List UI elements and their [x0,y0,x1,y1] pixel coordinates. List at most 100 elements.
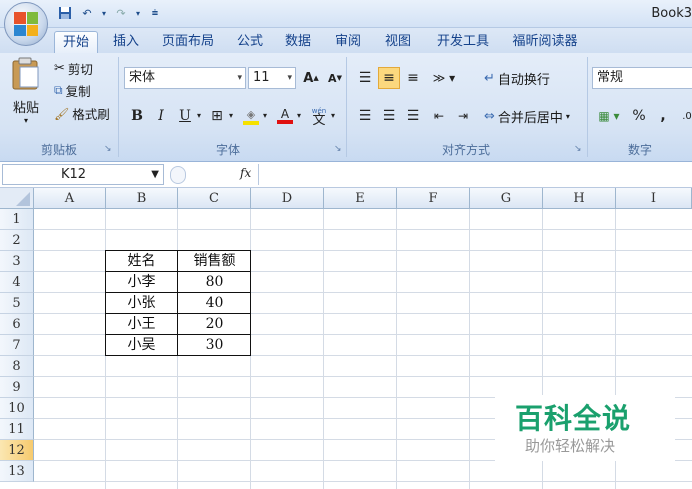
table-header-cell[interactable]: 姓名 [106,251,178,272]
copy-button[interactable]: ⧉ 复制 [54,81,91,100]
chevron-down-icon[interactable]: ▾ [263,111,267,120]
column-header-a[interactable]: A [34,188,106,209]
underline-button[interactable]: U [174,105,196,127]
office-button[interactable] [4,2,48,46]
tab-home[interactable]: 开始 [54,31,98,53]
column-header-g[interactable]: G [470,188,543,209]
column-header-f[interactable]: F [397,188,470,209]
decrease-indent-button[interactable]: ⇤ [428,105,450,127]
comma-button[interactable]: , [652,105,674,127]
tab-formulas[interactable]: 公式 [230,31,270,53]
column-header-d[interactable]: D [251,188,324,209]
font-name-select[interactable]: 宋体 ▾ [124,67,246,89]
table-cell[interactable]: 20 [178,314,251,335]
column-header-h[interactable]: H [543,188,616,209]
table-cell[interactable]: 80 [178,272,251,293]
table-cell[interactable]: 小张 [106,293,178,314]
tab-insert[interactable]: 插入 [106,31,146,53]
decrease-indent-icon: ⇤ [433,109,445,123]
chevron-down-icon[interactable]: ▾ [197,111,201,120]
font-size-select[interactable]: 11 ▾ [248,67,296,89]
table-cell[interactable]: 小吴 [106,335,178,356]
formula-input[interactable] [258,164,692,185]
row-header-11[interactable]: 11 [0,419,34,440]
dialog-launcher-icon[interactable]: ↘ [574,144,582,154]
row-header-2[interactable]: 2 [0,230,34,251]
row-header-6[interactable]: 6 [0,314,34,335]
select-all-corner[interactable] [0,188,34,209]
increase-decimal-button[interactable]: .0 [676,105,692,127]
table-cell[interactable]: 小李 [106,272,178,293]
align-right-button[interactable]: ☰ [402,105,424,127]
wrap-text-button[interactable]: ↵ 自动换行 [484,69,550,88]
alignment-group-label: 对齐方式 [441,143,490,157]
tab-foxit-reader[interactable]: 福昕阅读器 [504,31,586,53]
grow-font-button[interactable]: A ▲ [300,67,322,89]
orientation-button[interactable]: ≫ ▾ [428,67,460,89]
border-button[interactable]: ⊞ [206,105,228,127]
column-header-i[interactable]: I [616,188,692,209]
paste-button[interactable]: 粘贴 ▾ [6,57,46,127]
row-header-9[interactable]: 9 [0,377,34,398]
align-bottom-button[interactable]: ≡ [402,67,424,89]
undo-icon[interactable]: ↶ [78,4,96,22]
tab-data[interactable]: 数据 [278,31,318,53]
row-header-8[interactable]: 8 [0,356,34,377]
phonetic-button[interactable]: wén 文 [308,105,330,127]
merge-center-button[interactable]: ⇔ 合并后居中 ▾ [484,107,570,126]
redo-icon[interactable]: ↷ [112,4,130,22]
shrink-font-icon: A [328,71,337,85]
table-cell[interactable]: 40 [178,293,251,314]
grow-font-icon: A [303,70,314,86]
chevron-down-icon[interactable]: ▾ [331,111,335,120]
gridline-vertical [396,209,397,489]
bold-button[interactable]: B [126,105,148,127]
currency-button[interactable]: ▦ ▾ [592,105,626,127]
number-format-select[interactable]: 常规 [592,67,692,89]
column-header-e[interactable]: E [324,188,397,209]
align-middle-button[interactable]: ≡ [378,67,400,89]
font-color-button[interactable]: A [274,105,296,127]
cut-button[interactable]: ✂ 剪切 [54,59,93,78]
save-icon[interactable] [56,4,74,22]
table-cell[interactable]: 30 [178,335,251,356]
clipboard-icon [12,57,39,90]
row-header-12[interactable]: 12 [0,440,34,461]
table-cell[interactable]: 小王 [106,314,178,335]
align-center-button[interactable]: ☰ [378,105,400,127]
dialog-launcher-icon[interactable]: ↘ [104,144,112,154]
function-icon[interactable]: fx [240,166,251,180]
row-header-3[interactable]: 3 [0,251,34,272]
row-header-1[interactable]: 1 [0,209,34,230]
paint-bucket-icon: ◈ [246,107,256,121]
chevron-down-icon[interactable]: ▾ [229,111,233,120]
tab-page-layout[interactable]: 页面布局 [154,31,222,53]
align-left-button[interactable]: ☰ [354,105,376,127]
dialog-launcher-icon[interactable]: ↘ [334,144,342,154]
column-header-c[interactable]: C [178,188,251,209]
percent-button[interactable]: % [628,105,650,127]
tab-developer[interactable]: 开发工具 [428,31,498,53]
row-header-7[interactable]: 7 [0,335,34,356]
increase-indent-button[interactable]: ⇥ [452,105,474,127]
table-header-cell[interactable]: 销售额 [178,251,251,272]
row-header-13[interactable]: 13 [0,461,34,482]
chevron-down-icon[interactable]: ▾ [297,111,301,120]
tab-review[interactable]: 审阅 [328,31,368,53]
fill-color-button[interactable]: ◈ [240,105,262,127]
format-painter-button[interactable]: 🖌 格式刷 [54,104,110,123]
row-header-4[interactable]: 4 [0,272,34,293]
customize-qat-icon[interactable]: ⩧ [146,4,164,22]
tab-view[interactable]: 视图 [378,31,418,53]
align-top-button[interactable]: ☰ [354,67,376,89]
dropdown-arrow-icon[interactable]: ▾ [100,4,108,22]
watermark-slogan: 助你轻松解决 [525,437,616,455]
shrink-font-button[interactable]: A ▼ [324,67,346,89]
column-header-b[interactable]: B [106,188,178,209]
italic-button[interactable]: I [150,105,172,127]
currency-icon: ▦ ▾ [598,109,620,123]
name-box[interactable]: K12 ▼ [2,164,164,185]
row-header-5[interactable]: 5 [0,293,34,314]
dropdown-arrow-icon[interactable]: ▾ [134,4,142,22]
row-header-10[interactable]: 10 [0,398,34,419]
